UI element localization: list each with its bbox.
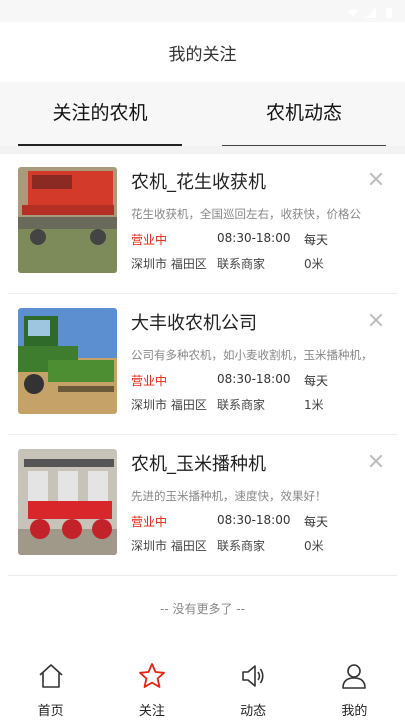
- list-item[interactable]: 农机_花生收获机 花生收获机，全国巡回左右，收获快，价格公 营业中 08:30-…: [8, 154, 397, 294]
- page-title: 我的关注: [168, 44, 237, 65]
- close-icon[interactable]: [369, 172, 383, 186]
- item-distance: 0米: [304, 257, 324, 271]
- business-hours: 08:30-18:00: [217, 372, 291, 386]
- bottom-navigation: 首页 关注 动态 我的: [0, 654, 405, 720]
- tab-underline: [222, 145, 386, 146]
- tab-label: 关注的农机: [52, 102, 148, 124]
- list-item[interactable]: 农机_玉米播种机 先进的玉米播种机，速度快，效果好！ 营业中 08:30-18:…: [8, 436, 397, 576]
- user-icon: [342, 664, 367, 689]
- machine-thumbnail: [18, 167, 117, 273]
- nav-feed[interactable]: 动态: [203, 654, 304, 720]
- item-title: 农机_玉米播种机: [131, 454, 266, 475]
- end-of-list-note: -- 没有更多了 --: [160, 602, 245, 616]
- business-hours: 08:30-18:00: [217, 231, 291, 245]
- close-icon[interactable]: [369, 454, 383, 468]
- business-days: 每天: [304, 233, 329, 247]
- contact-merchant-link[interactable]: 联系商家: [217, 396, 265, 413]
- nav-label: 关注: [138, 704, 165, 719]
- tab-underline-active: [18, 144, 182, 146]
- tab-label: 农机动态: [265, 102, 342, 124]
- item-distance: 0米: [304, 539, 324, 553]
- star-icon: [138, 663, 165, 688]
- list-item[interactable]: 大丰收农机公司 公司有多种农机，如小麦收割机，玉米播种机， 营业中 08:30-…: [8, 295, 397, 435]
- machine-thumbnail: [18, 449, 117, 555]
- tab-followed-machines[interactable]: 关注的农机: [18, 98, 182, 146]
- signal-icon: [365, 4, 377, 18]
- item-location: 深圳市 福田区: [131, 257, 207, 271]
- followed-list: 农机_花生收获机 花生收获机，全国巡回左右，收获快，价格公 营业中 08:30-…: [0, 154, 405, 654]
- nav-follow[interactable]: 关注: [101, 654, 202, 720]
- contact-merchant-link[interactable]: 联系商家: [217, 255, 265, 272]
- item-description: 先进的玉米播种机，速度快，效果好！: [131, 489, 327, 503]
- business-days: 每天: [304, 374, 329, 388]
- item-description: 公司有多种农机，如小麦收割机，玉米播种机，: [131, 348, 371, 362]
- status-badge: 营业中: [131, 233, 168, 247]
- item-title: 大丰收农机公司: [131, 313, 257, 334]
- business-days: 每天: [304, 515, 329, 529]
- item-description: 花生收获机，全国巡回左右，收获快，价格公: [131, 207, 361, 221]
- status-badge: 营业中: [131, 515, 168, 529]
- tab-bar: 关注的农机 农机动态: [0, 82, 405, 146]
- home-icon: [39, 664, 63, 688]
- nav-label: 我的: [341, 704, 368, 719]
- item-title: 农机_花生收获机: [131, 172, 266, 193]
- speaker-icon: [242, 665, 264, 687]
- battery-icon: [383, 4, 395, 18]
- item-location: 深圳市 福田区: [131, 539, 207, 553]
- contact-merchant-link[interactable]: 联系商家: [217, 537, 265, 554]
- item-distance: 1米: [304, 398, 324, 412]
- machine-thumbnail: [18, 308, 117, 414]
- status-badge: 营业中: [131, 374, 168, 388]
- close-icon[interactable]: [369, 313, 383, 327]
- status-icons: [347, 4, 395, 18]
- business-hours: 08:30-18:00: [217, 513, 291, 527]
- page-header: 我的关注: [0, 22, 405, 82]
- nav-profile[interactable]: 我的: [304, 654, 405, 720]
- wifi-icon: [347, 4, 359, 17]
- nav-label: 首页: [37, 704, 64, 719]
- nav-home[interactable]: 首页: [0, 654, 101, 720]
- item-location: 深圳市 福田区: [131, 398, 207, 412]
- tab-machine-news[interactable]: 农机动态: [222, 98, 386, 146]
- nav-label: 动态: [240, 704, 267, 719]
- status-bar: [0, 0, 405, 22]
